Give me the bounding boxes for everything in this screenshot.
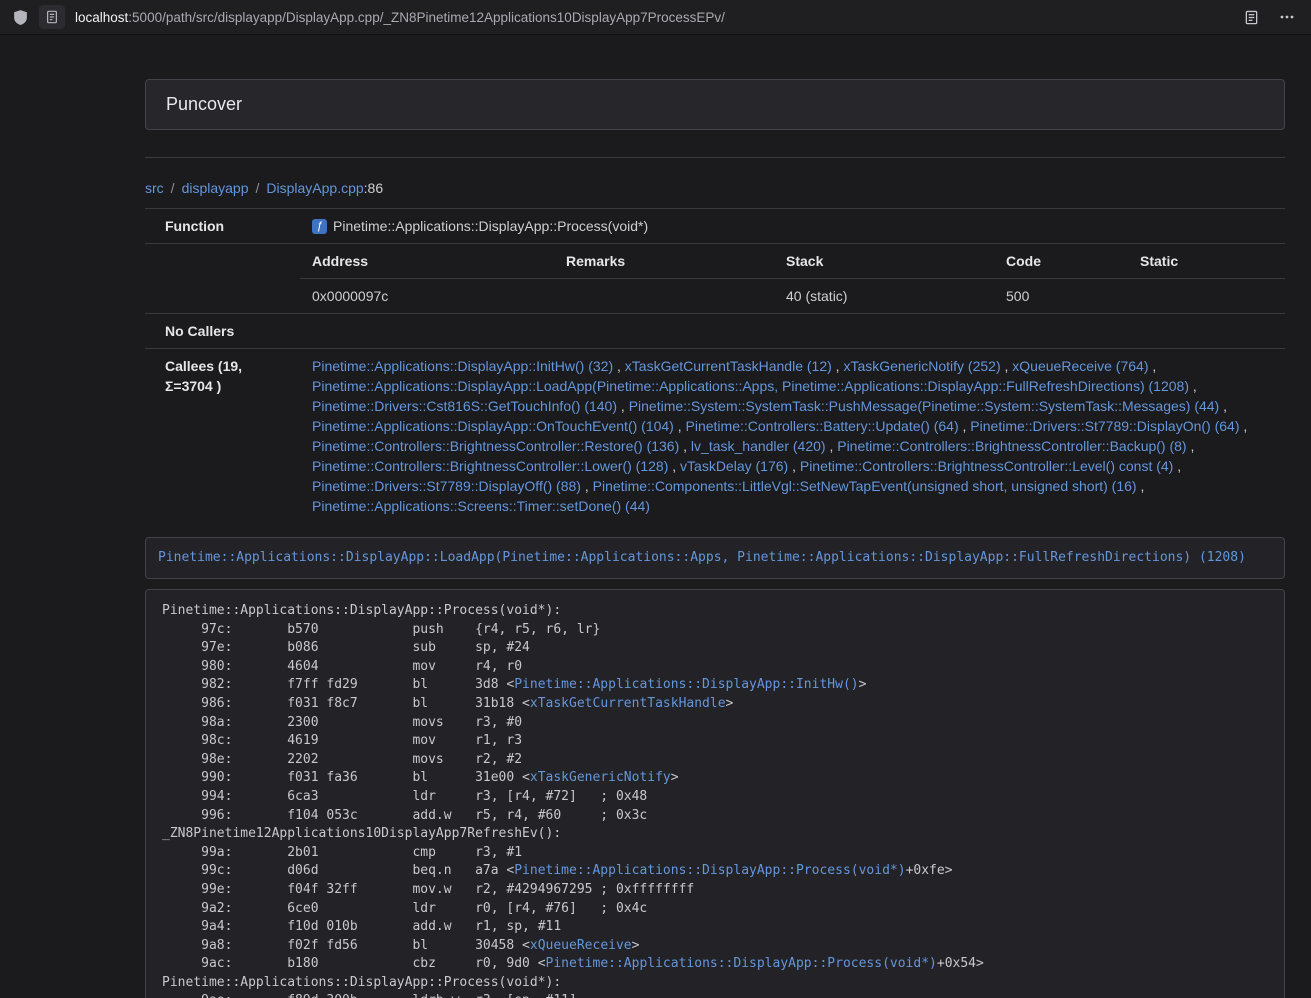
function-row: Function ƒ Pinetime::Applications::Displ… — [145, 209, 1285, 244]
disassembly-pre: Pinetime::Applications::DisplayApp::Proc… — [145, 589, 1285, 998]
function-icon: ƒ — [312, 219, 327, 234]
page-title: Puncover — [166, 94, 1264, 115]
breadcrumb-link[interactable]: DisplayApp.cpp — [266, 180, 363, 196]
disassembly-symbol-link[interactable]: Pinetime::Applications::DisplayApp::Proc… — [514, 863, 905, 878]
callee-separator: , — [1173, 458, 1181, 474]
code-value: 500 — [994, 279, 1128, 314]
breadcrumb-link[interactable]: src — [145, 180, 164, 196]
breadcrumb-separator: / — [256, 180, 260, 196]
callee-link[interactable]: Pinetime::Controllers::BrightnessControl… — [800, 458, 1173, 474]
callee-link[interactable]: xTaskGenericNotify (252) — [843, 358, 1000, 374]
stack-value: 40 (static) — [774, 279, 994, 314]
callee-link[interactable]: Pinetime::Controllers::BrightnessControl… — [837, 438, 1186, 454]
callees-row: Callees (19, Σ=3704 ) Pinetime::Applicat… — [145, 349, 1285, 524]
disassembly-symbol-link[interactable]: Pinetime::Applications::DisplayApp::Proc… — [546, 956, 937, 971]
browser-toolbar: localhost:5000/path/src/displayapp/Displ… — [0, 0, 1311, 35]
callee-separator: , — [617, 398, 629, 414]
disassembly-symbol-link[interactable]: xQueueReceive — [530, 938, 632, 953]
symbol-link[interactable]: Pinetime::Applications::DisplayApp::Load… — [158, 550, 1246, 565]
page-container: Puncover src / displayapp / DisplayApp.cpp:8… — [145, 35, 1285, 998]
page-info-icon[interactable] — [39, 5, 65, 29]
symbol-panel: Pinetime::Applications::DisplayApp::Load… — [145, 537, 1285, 579]
callee-link[interactable]: Pinetime::Applications::DisplayApp::Load… — [312, 378, 1189, 394]
callee-link[interactable]: xTaskGetCurrentTaskHandle (12) — [625, 358, 832, 374]
callee-separator: , — [581, 478, 593, 494]
no-callers-row: No Callers — [145, 314, 1285, 349]
callee-link[interactable]: Pinetime::Drivers::St7789::DisplayOn() (… — [970, 418, 1239, 434]
app-header-panel: Puncover — [145, 79, 1285, 130]
callee-link[interactable]: Pinetime::Components::LittleVgl::SetNewT… — [593, 478, 1137, 494]
callee-link[interactable]: Pinetime::Drivers::St7789::DisplayOff() … — [312, 478, 581, 494]
callee-link[interactable]: Pinetime::Controllers::BrightnessControl… — [312, 458, 668, 474]
function-row-label: Function — [145, 209, 300, 244]
callee-separator: , — [1137, 478, 1145, 494]
callee-separator: , — [668, 458, 680, 474]
remarks-value — [554, 279, 774, 314]
callee-link[interactable]: Pinetime::Drivers::Cst816S::GetTouchInfo… — [312, 398, 617, 414]
callee-link[interactable]: Pinetime::System::SystemTask::PushMessag… — [629, 398, 1220, 414]
callee-separator: , — [1187, 438, 1195, 454]
url-host: localhost — [75, 10, 128, 25]
url-path: :5000/path/src/displayapp/DisplayApp.cpp… — [128, 10, 725, 25]
column-header-address: Address — [300, 244, 554, 279]
callee-link[interactable]: lv_task_handler (420) — [691, 438, 826, 454]
static-value — [1128, 279, 1285, 314]
callee-link[interactable]: Pinetime::Controllers::Battery::Update()… — [686, 418, 959, 434]
stats-header-row: Address Remarks Stack Code Static — [145, 244, 1285, 279]
function-name: Pinetime::Applications::DisplayApp::Proc… — [333, 216, 648, 236]
callee-separator: , — [1001, 358, 1013, 374]
callee-separator: , — [788, 458, 800, 474]
function-table: Function ƒ Pinetime::Applications::Displ… — [145, 208, 1285, 523]
callee-link[interactable]: vTaskDelay (176) — [680, 458, 788, 474]
callee-separator: , — [674, 418, 686, 434]
callee-separator: , — [832, 358, 844, 374]
callee-link[interactable]: Pinetime::Applications::DisplayApp::OnTo… — [312, 418, 674, 434]
callee-link[interactable]: Pinetime::Controllers::BrightnessControl… — [312, 438, 679, 454]
callee-separator: , — [1148, 358, 1156, 374]
callee-separator: , — [1189, 378, 1197, 394]
menu-icon[interactable] — [1279, 9, 1295, 25]
stats-value-row: 0x0000097c 40 (static) 500 — [145, 279, 1285, 314]
disassembly-symbol-link[interactable]: Pinetime::Applications::DisplayApp::Init… — [514, 677, 858, 692]
breadcrumb: src / displayapp / DisplayApp.cpp:86 — [145, 180, 1285, 196]
callee-separator: , — [1240, 418, 1248, 434]
divider — [145, 157, 1285, 158]
no-callers-label: No Callers — [145, 314, 300, 349]
column-header-code: Code — [994, 244, 1128, 279]
shield-icon[interactable] — [12, 9, 29, 26]
callee-separator: , — [1219, 398, 1227, 414]
callee-link[interactable]: Pinetime::Applications::Screens::Timer::… — [312, 498, 650, 514]
callees-list: Pinetime::Applications::DisplayApp::Init… — [300, 349, 1285, 524]
column-header-static: Static — [1128, 244, 1285, 279]
callee-separator: , — [959, 418, 971, 434]
disassembly-symbol-link[interactable]: xTaskGetCurrentTaskHandle — [530, 696, 726, 711]
callee-link[interactable]: xQueueReceive (764) — [1012, 358, 1148, 374]
column-header-stack: Stack — [774, 244, 994, 279]
callees-label: Callees (19, Σ=3704 ) — [145, 349, 300, 524]
address-value: 0x0000097c — [300, 279, 554, 314]
disassembly-symbol-link[interactable]: xTaskGenericNotify — [530, 770, 671, 785]
breadcrumb-separator: / — [171, 180, 175, 196]
column-header-remarks: Remarks — [554, 244, 774, 279]
breadcrumb-line-number: :86 — [364, 180, 383, 196]
callee-separator: , — [613, 358, 625, 374]
toolbar-actions — [1244, 9, 1299, 25]
callee-link[interactable]: Pinetime::Applications::DisplayApp::Init… — [312, 358, 613, 374]
callee-separator: , — [826, 438, 838, 454]
breadcrumb-link[interactable]: displayapp — [182, 180, 249, 196]
url-bar[interactable]: localhost:5000/path/src/displayapp/Displ… — [75, 10, 1234, 25]
callee-separator: , — [679, 438, 691, 454]
reader-view-icon[interactable] — [1244, 10, 1259, 25]
